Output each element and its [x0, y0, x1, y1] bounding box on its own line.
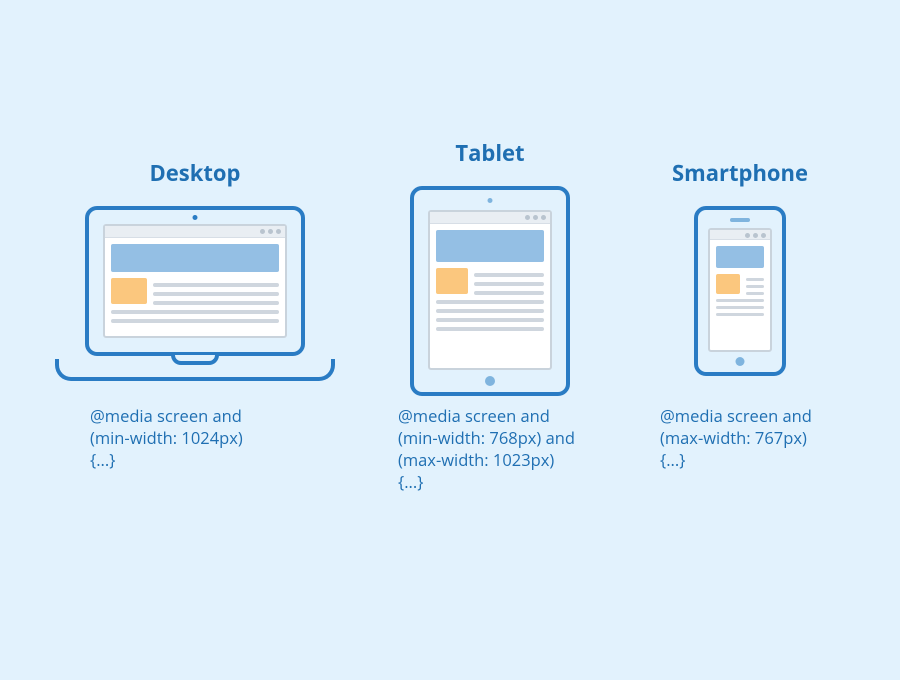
tablet-screen — [428, 210, 552, 370]
text-lines — [746, 274, 764, 295]
image-block — [716, 274, 740, 294]
window-controls-icon — [745, 233, 766, 238]
home-button-icon — [485, 376, 495, 386]
desktop-media-query: @media screen and (min-width: 1024px) {.… — [90, 405, 310, 471]
responsive-diagram: Desktop — [0, 0, 900, 680]
tablet-title: Tablet — [400, 138, 580, 168]
smartphone-icon — [694, 206, 786, 376]
window-titlebar — [105, 226, 285, 238]
phone-media-query: @media screen and (max-width: 767px) {..… — [660, 405, 880, 471]
phone-screen — [708, 228, 772, 352]
phone-column: Smartphone — [650, 158, 830, 376]
image-block — [111, 278, 147, 304]
window-titlebar — [710, 230, 770, 240]
desktop-title: Desktop — [55, 158, 335, 188]
phone-title: Smartphone — [650, 158, 830, 188]
laptop-icon — [55, 206, 335, 381]
home-button-icon — [736, 357, 745, 366]
window-titlebar — [430, 212, 550, 224]
tablet-icon — [410, 186, 570, 396]
hero-block — [716, 246, 764, 268]
laptop-base-icon — [55, 359, 335, 381]
text-lines — [474, 268, 544, 295]
hero-block — [111, 244, 279, 272]
tablet-column: Tablet — [400, 138, 580, 396]
speaker-icon — [730, 218, 750, 222]
tablet-media-query: @media screen and (min-width: 768px) and… — [398, 405, 618, 493]
window-controls-icon — [525, 215, 546, 220]
camera-icon — [193, 215, 198, 220]
laptop-screen — [103, 224, 287, 338]
window-controls-icon — [260, 229, 281, 234]
desktop-column: Desktop — [55, 158, 335, 381]
text-lines — [153, 278, 279, 305]
camera-icon — [488, 198, 493, 203]
hero-block — [436, 230, 544, 262]
image-block — [436, 268, 468, 294]
